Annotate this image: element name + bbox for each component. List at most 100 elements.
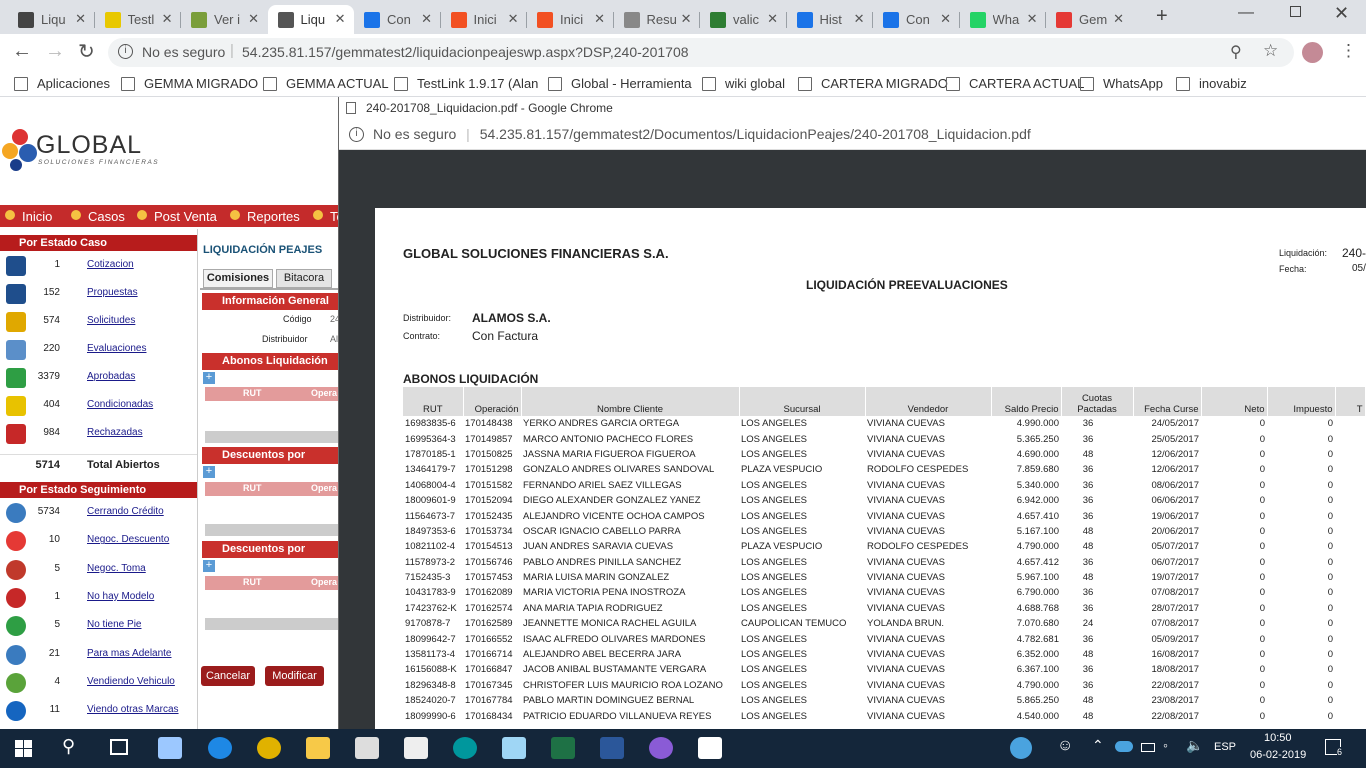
browser-tab[interactable]: Liqu ✕ [267, 5, 354, 34]
arduino-icon[interactable] [453, 737, 477, 759]
status-link[interactable]: Propuestas [87, 287, 138, 298]
bookmark-item[interactable]: WhatsApp [1080, 76, 1163, 91]
status-link[interactable]: Aprobadas [87, 371, 135, 382]
forward-icon[interactable]: → [45, 40, 65, 63]
tab-comisiones[interactable]: Comisiones [203, 269, 273, 288]
edge-icon[interactable] [208, 737, 232, 759]
store-icon[interactable] [355, 737, 379, 759]
browser-tab[interactable]: Gem ✕ [1046, 5, 1132, 34]
tab-close-icon[interactable]: ✕ [421, 11, 432, 27]
menu-item-reportes[interactable]: Reportes [247, 209, 300, 224]
menu-item-casos[interactable]: Casos [88, 209, 125, 224]
zoom-icon[interactable]: ⚲ [1230, 42, 1242, 62]
info-icon[interactable]: i [349, 127, 364, 142]
bookmark-item[interactable]: GEMMA MIGRADO [121, 76, 258, 91]
browser-tab[interactable]: valic ✕ [700, 5, 786, 34]
url-text[interactable]: 54.235.81.157/gemmatest2/liquidacionpeaj… [242, 44, 689, 60]
status-link[interactable]: Rechazadas [87, 427, 143, 438]
browser-tab[interactable]: Resu ✕ [614, 5, 700, 34]
tab-close-icon[interactable]: ✕ [681, 11, 692, 27]
status-link[interactable]: Cerrando Crédito [87, 506, 164, 517]
browser-tab[interactable]: Inici ✕ [527, 5, 613, 34]
modify-button[interactable]: Modificar [265, 666, 324, 686]
people-icon[interactable]: ☺ [1057, 737, 1073, 755]
language-label[interactable]: ESP [1214, 741, 1236, 753]
bookmark-item[interactable]: TestLink 1.9.17 (Alan [394, 76, 538, 91]
search-icon[interactable]: ⚲ [62, 736, 75, 757]
address-bar[interactable]: i No es seguro | 54.235.81.157/gemmatest… [108, 38, 1294, 67]
photos-icon[interactable] [698, 737, 722, 759]
status-link[interactable]: Solicitudes [87, 315, 135, 326]
github-icon[interactable] [649, 737, 673, 759]
expand-plus-icon[interactable]: + [203, 372, 215, 384]
bookmark-item[interactable]: wiki global [702, 76, 785, 91]
chevron-up-icon[interactable]: ⌃ [1092, 737, 1104, 754]
tab-close-icon[interactable]: ✕ [75, 11, 86, 27]
browser-tab[interactable]: Liqu ✕ [8, 5, 94, 34]
new-tab-button[interactable]: + [1156, 5, 1168, 28]
status-link[interactable]: Negoc. Descuento [87, 534, 169, 545]
restore-button[interactable] [1290, 6, 1301, 17]
task-view-icon[interactable] [110, 739, 128, 755]
clock-time[interactable]: 10:50 [1264, 732, 1292, 744]
tab-close-icon[interactable]: ✕ [767, 11, 778, 27]
tab-close-icon[interactable]: ✕ [854, 11, 865, 27]
bookmark-star-icon[interactable]: ☆ [1263, 41, 1278, 61]
volume-icon[interactable]: 🔈 [1186, 737, 1203, 754]
status-link[interactable]: Evaluaciones [87, 343, 146, 354]
status-link[interactable]: No hay Modelo [87, 591, 154, 602]
weather-icon[interactable] [1010, 737, 1032, 759]
bookmark-item[interactable]: CARTERA MIGRADO [798, 76, 948, 91]
status-link[interactable]: Vendiendo Vehiculo [87, 676, 175, 687]
cancel-button[interactable]: Cancelar [201, 666, 255, 686]
tab-close-icon[interactable]: ✕ [940, 11, 951, 27]
dropbox-icon[interactable] [158, 737, 182, 759]
mail-icon[interactable] [404, 737, 428, 759]
excel-icon[interactable] [551, 737, 575, 759]
browser-tab[interactable]: Hist ✕ [787, 5, 873, 34]
menu-item-post-venta[interactable]: Post Venta [154, 209, 217, 224]
windows-start-icon[interactable] [15, 740, 32, 757]
clock-date[interactable]: 06-02-2019 [1250, 749, 1306, 761]
chrome-icon[interactable] [257, 737, 281, 759]
bookmark-item[interactable]: GEMMA ACTUAL [263, 76, 389, 91]
notes-icon[interactable] [502, 737, 526, 759]
status-link[interactable]: Viendo otras Marcas [87, 704, 179, 715]
battery-icon[interactable] [1141, 743, 1155, 752]
status-link[interactable]: Negoc. Toma [87, 563, 146, 574]
tab-close-icon[interactable]: ✕ [594, 11, 605, 27]
tab-close-icon[interactable]: ✕ [1113, 11, 1124, 27]
onedrive-icon[interactable] [1115, 741, 1133, 752]
browser-tab[interactable]: Con ✕ [873, 5, 959, 34]
minimize-button[interactable]: — [1238, 4, 1254, 22]
tab-close-icon[interactable]: ✕ [335, 11, 346, 27]
file-explorer-icon[interactable] [306, 737, 330, 759]
network-icon[interactable]: ◦ [1163, 737, 1168, 753]
tab-close-icon[interactable]: ✕ [508, 11, 519, 27]
tab-close-icon[interactable]: ✕ [162, 11, 173, 27]
browser-tab[interactable]: Con ✕ [354, 5, 440, 34]
tab-bitacora[interactable]: Bitacora [276, 269, 332, 288]
status-link[interactable]: Para mas Adelante [87, 648, 172, 659]
tab-close-icon[interactable]: ✕ [248, 11, 259, 27]
popup-url[interactable]: 54.235.81.157/gemmatest2/Documentos/Liqu… [480, 126, 1031, 142]
browser-tab[interactable]: Wha ✕ [960, 5, 1046, 34]
status-link[interactable]: No tiene Pie [87, 619, 141, 630]
bookmark-item[interactable]: CARTERA ACTUAL [946, 76, 1084, 91]
bookmark-item[interactable]: Global - Herramienta [548, 76, 692, 91]
anulacion-scrollbar[interactable] [205, 618, 340, 630]
status-link[interactable]: Cotizacion [87, 259, 134, 270]
abonos-scrollbar[interactable] [205, 431, 340, 443]
reload-icon[interactable]: ↻ [78, 39, 95, 64]
bookmark-item[interactable]: inovabiz [1176, 76, 1247, 91]
apps-bookmark[interactable]: Aplicaciones [14, 76, 110, 91]
expand-plus-icon[interactable]: + [203, 560, 215, 572]
word-icon[interactable] [600, 737, 624, 759]
close-window-button[interactable]: ✕ [1334, 3, 1349, 24]
back-icon[interactable]: ← [12, 40, 32, 63]
browser-tab[interactable]: Ver i ✕ [181, 5, 267, 34]
menu-item-inicio[interactable]: Inicio [22, 209, 52, 224]
profile-avatar[interactable] [1302, 42, 1323, 63]
prepago-scrollbar[interactable] [205, 524, 340, 536]
browser-tab[interactable]: Testl ✕ [95, 5, 181, 34]
